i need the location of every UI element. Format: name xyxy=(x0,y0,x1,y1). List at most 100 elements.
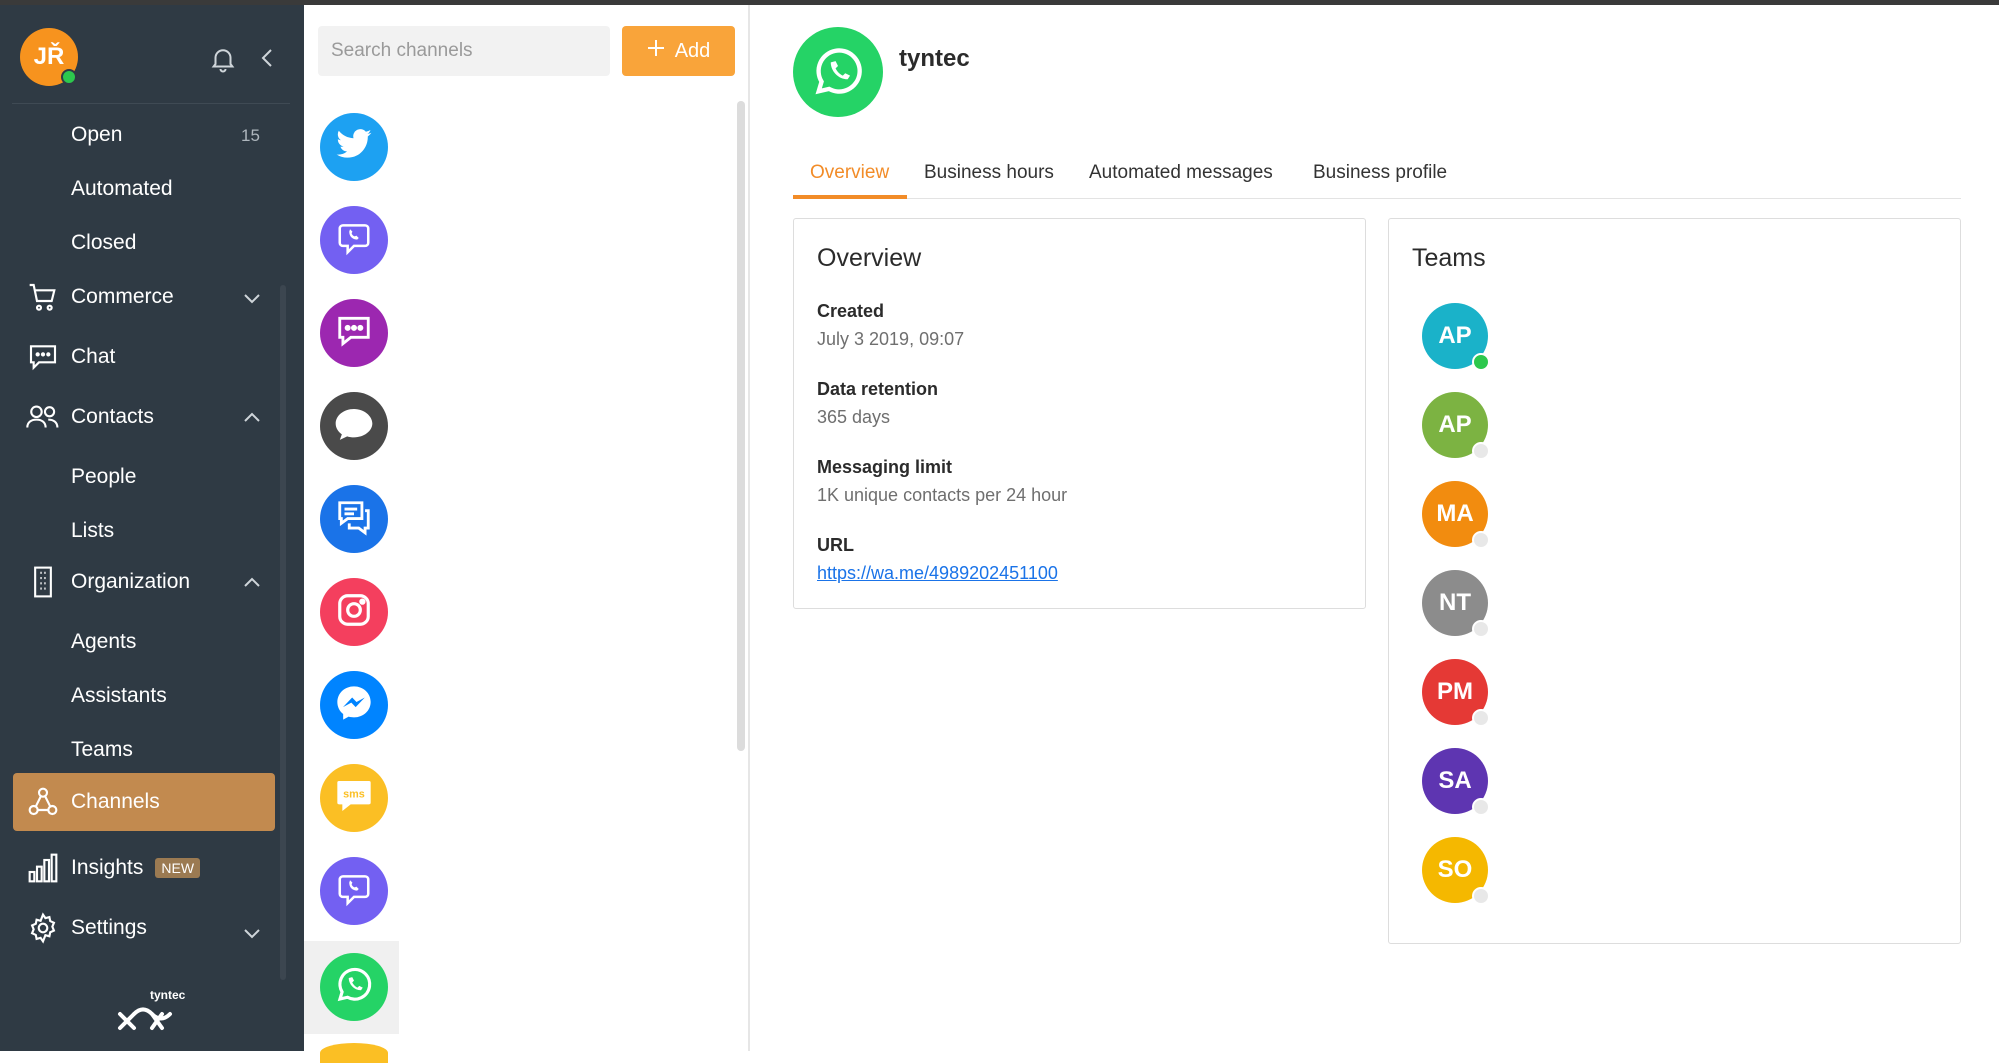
sidebar-item-channels[interactable]: Channels xyxy=(26,785,160,819)
channel-item-business-messages[interactable] xyxy=(320,485,388,553)
url-link[interactable]: https://wa.me/4989202451100 xyxy=(817,563,1058,584)
sidebar-item-assistants[interactable]: Assistants xyxy=(71,684,167,708)
bell-icon[interactable] xyxy=(208,44,238,79)
presence-status-dot xyxy=(1472,353,1490,371)
sidebar-label-channels: Channels xyxy=(71,790,160,813)
presence-status-dot xyxy=(1472,798,1490,816)
channel-list-panel: Add xyxy=(304,5,750,1063)
sidebar-item-chat[interactable]: Chat xyxy=(26,340,115,374)
messaging-limit-label: Messaging limit xyxy=(817,457,953,477)
channel-name: tyntec xyxy=(899,45,970,72)
active-tab-indicator xyxy=(793,195,907,199)
presence-status-dot xyxy=(1472,620,1490,638)
sidebar-item-open[interactable]: Open xyxy=(71,123,122,147)
team-avatar[interactable]: AP xyxy=(1422,392,1490,460)
tab-business-hours[interactable]: Business hours xyxy=(924,162,1054,184)
instagram-icon xyxy=(335,591,373,634)
channel-item-chat[interactable] xyxy=(320,299,388,367)
team-avatar[interactable]: SO xyxy=(1422,837,1490,905)
messaging-limit-value: 1K unique contacts per 24 hour xyxy=(817,485,1068,505)
created-value: July 3 2019, 09:07 xyxy=(817,329,965,349)
channels-hub-icon xyxy=(26,785,60,819)
user-avatar[interactable]: JŘ xyxy=(20,28,78,86)
chevron-up-icon[interactable] xyxy=(243,411,261,429)
overview-card: Overview Created July 3 2019, 09:07 Data… xyxy=(793,218,1366,609)
sidebar-label-commerce: Commerce xyxy=(71,285,174,308)
channel-detail: tyntec Overview Business hours Automated… xyxy=(752,5,1999,1051)
team-avatar[interactable]: NT xyxy=(1422,570,1490,638)
sidebar-item-lists[interactable]: Lists xyxy=(71,519,114,543)
sidebar-label-chat: Chat xyxy=(71,345,116,368)
people-icon xyxy=(26,400,60,434)
channel-item-whatsapp[interactable] xyxy=(320,953,388,1021)
chevron-down-icon[interactable] xyxy=(243,926,261,944)
svg-text:sms: sms xyxy=(343,788,365,800)
sidebar-item-insights[interactable]: Insights NEW xyxy=(26,851,201,885)
tab-overview[interactable]: Overview xyxy=(810,162,889,184)
twitter-icon xyxy=(335,128,373,167)
add-button-label: Add xyxy=(674,39,711,62)
channel-item-viber[interactable] xyxy=(320,857,388,925)
channel-tabs: Overview Business hours Automated messag… xyxy=(793,155,1961,199)
bar-chart-icon xyxy=(26,851,60,885)
tab-business-profile[interactable]: Business profile xyxy=(1313,162,1447,184)
sidebar-item-contacts[interactable]: Contacts xyxy=(26,400,154,434)
channel-item-sms[interactable]: sms xyxy=(320,764,388,832)
channel-item-twitter[interactable] xyxy=(320,113,388,181)
sidebar-item-settings[interactable]: Settings xyxy=(26,911,147,945)
search-channels-input[interactable] xyxy=(318,26,610,76)
team-avatar[interactable]: MA xyxy=(1422,481,1490,549)
app-frame: JŘ Open 15 Automated Closed Commerce Cha xyxy=(0,5,1999,1063)
channel-item-imessage[interactable] xyxy=(320,392,388,460)
team-avatar-initials: NT xyxy=(1439,589,1471,616)
sidebar-item-automated[interactable]: Automated xyxy=(71,177,173,201)
sidebar-label-organization: Organization xyxy=(71,570,191,593)
sidebar-label-settings: Settings xyxy=(71,916,147,939)
sidebar-item-commerce[interactable]: Commerce xyxy=(26,280,174,314)
channel-item-instagram[interactable] xyxy=(320,578,388,646)
new-badge: NEW xyxy=(155,858,201,878)
team-avatar-initials: AP xyxy=(1438,322,1472,349)
tyntec-logo-icon xyxy=(116,988,196,1043)
channel-list-scrollbar[interactable] xyxy=(737,101,745,751)
open-count: 15 xyxy=(241,126,260,145)
sidebar-label-insights: Insights xyxy=(71,856,144,879)
sidebar-item-agents[interactable]: Agents xyxy=(71,630,136,654)
overview-title: Overview xyxy=(817,244,922,272)
chevron-up-icon[interactable] xyxy=(243,576,261,594)
sidebar-item-people[interactable]: People xyxy=(71,465,136,489)
collapse-sidebar-icon[interactable] xyxy=(258,47,276,74)
team-avatar[interactable]: AP xyxy=(1422,303,1490,371)
retention-value: 365 days xyxy=(817,407,891,427)
building-icon xyxy=(26,565,60,599)
speech-bubble-icon xyxy=(334,407,374,446)
user-initials: JŘ xyxy=(33,43,65,70)
sidebar-item-closed[interactable]: Closed xyxy=(71,231,136,255)
viber-icon xyxy=(335,219,373,262)
channel-item-viber[interactable] xyxy=(320,206,388,274)
messenger-icon xyxy=(334,683,374,728)
sidebar-item-teams[interactable]: Teams xyxy=(71,738,133,762)
online-status-dot xyxy=(61,69,77,85)
channel-item-partial[interactable] xyxy=(320,1043,388,1063)
team-avatar-initials: SA xyxy=(1438,767,1472,794)
url-label: URL xyxy=(817,535,854,555)
presence-status-dot xyxy=(1472,709,1490,727)
whatsapp-icon xyxy=(333,964,375,1011)
add-channel-button[interactable]: Add xyxy=(622,26,735,76)
created-label: Created xyxy=(817,301,885,321)
sidebar-scrollbar[interactable] xyxy=(280,285,286,980)
team-avatar[interactable]: SA xyxy=(1422,748,1490,816)
sms-icon: sms xyxy=(334,777,374,820)
plus-icon xyxy=(647,39,665,63)
sidebar-item-organization[interactable]: Organization xyxy=(26,565,190,599)
channel-item-messenger[interactable] xyxy=(320,671,388,739)
sidebar-label-contacts: Contacts xyxy=(71,405,154,428)
team-avatar-initials: PM xyxy=(1437,678,1473,705)
team-avatar[interactable]: PM xyxy=(1422,659,1490,727)
sidebar: JŘ Open 15 Automated Closed Commerce Cha xyxy=(0,5,304,1051)
tab-automated-messages[interactable]: Automated messages xyxy=(1089,162,1273,184)
team-avatar-initials: SO xyxy=(1437,856,1473,883)
chevron-down-icon[interactable] xyxy=(243,291,261,309)
messages-icon xyxy=(335,498,373,541)
